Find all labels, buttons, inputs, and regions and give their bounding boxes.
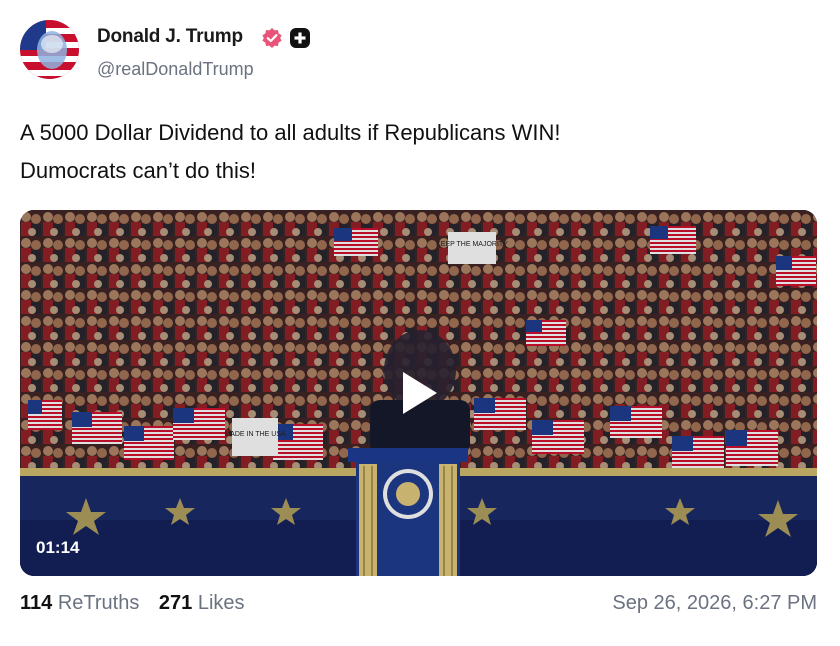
plus-badge-icon bbox=[290, 28, 310, 48]
author-name[interactable]: Donald J. Trump bbox=[97, 26, 243, 48]
post-text-line: Dumocrats can’t do this! bbox=[20, 158, 256, 183]
video-player[interactable]: KEEP THE MAJORITY MADE IN THE USA 01:14 bbox=[20, 210, 817, 576]
video-duration: 01:14 bbox=[36, 538, 80, 557]
truth-post: Donald J. Trump @realDonaldTrump A 5000 … bbox=[0, 0, 840, 646]
post-text-line: A 5000 Dollar Dividend to all adults if … bbox=[20, 120, 561, 145]
author-handle[interactable]: @realDonaldTrump bbox=[97, 59, 254, 80]
play-icon[interactable] bbox=[383, 360, 449, 426]
post-timestamp[interactable]: Sep 26, 2026, 6:27 PM bbox=[612, 592, 817, 615]
post-text: A 5000 Dollar Dividend to all adults if … bbox=[20, 114, 820, 190]
retruths-stat[interactable]: 114 ReTruths bbox=[20, 592, 139, 615]
author-avatar[interactable] bbox=[20, 20, 79, 79]
likes-label: Likes bbox=[197, 592, 245, 614]
post-stats: 114 ReTruths 271 Likes bbox=[20, 592, 259, 615]
likes-count: 271 bbox=[158, 592, 193, 614]
avatar-image bbox=[20, 20, 79, 79]
verified-badge-icon bbox=[262, 28, 282, 48]
likes-stat[interactable]: 271 Likes bbox=[159, 592, 245, 615]
retruths-label: ReTruths bbox=[57, 592, 140, 614]
retruths-count: 114 bbox=[20, 592, 53, 614]
